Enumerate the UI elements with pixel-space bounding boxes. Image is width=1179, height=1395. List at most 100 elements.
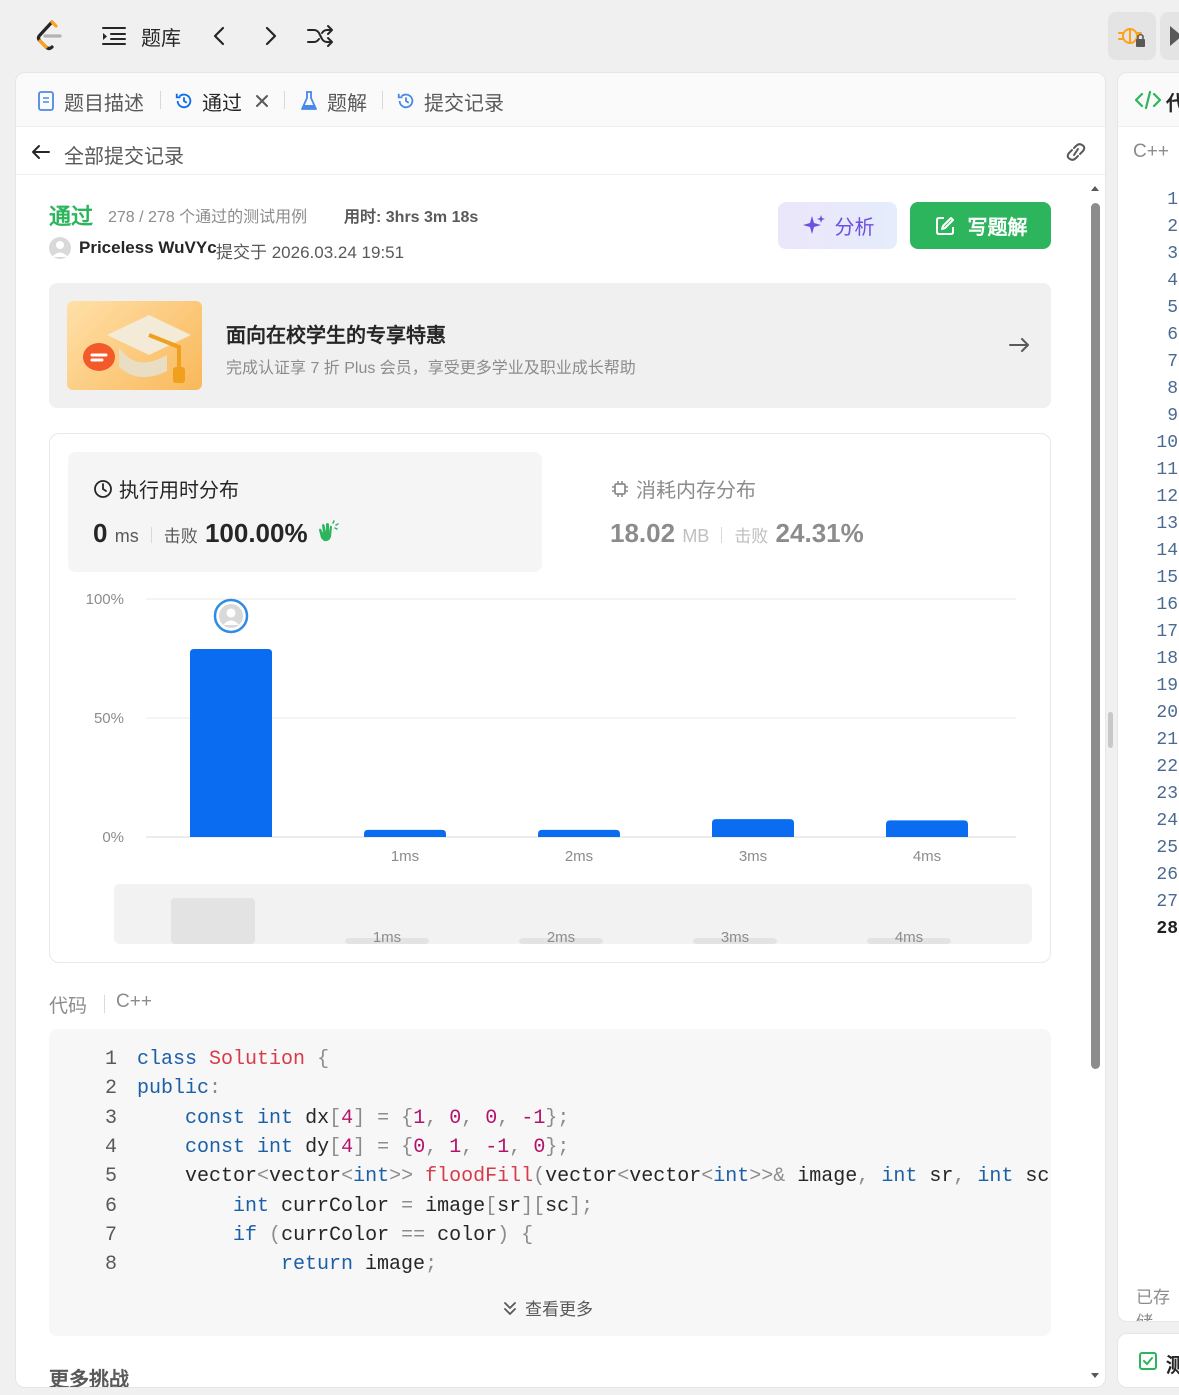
avatar[interactable]	[49, 237, 71, 259]
arrow-left-icon[interactable]	[30, 141, 52, 163]
code-line: 5 vector<vector<int>> floodFill(vector<v…	[49, 1162, 1049, 1191]
all-submissions-link[interactable]: 全部提交记录	[64, 140, 184, 169]
code-token: Solution	[209, 1048, 306, 1071]
editor-line-number: 12	[1156, 487, 1178, 507]
runtime-distribution-chart[interactable]: 0% 50% 100% 1ms 2ms 3ms 4ms	[68, 584, 1034, 874]
code-token: 0	[533, 1135, 546, 1159]
show-more-button[interactable]: 查看更多	[501, 1295, 593, 1320]
chip-icon	[612, 480, 628, 497]
history-icon	[397, 93, 414, 109]
code-token: ==	[401, 1223, 426, 1247]
editor-line-number: 15	[1156, 568, 1178, 588]
code-token: <	[341, 1165, 354, 1189]
code-token: <	[701, 1165, 714, 1189]
code-line: 2 public:	[49, 1074, 221, 1103]
memory-title: 消耗内存分布	[636, 480, 756, 502]
chart-bar[interactable]	[886, 820, 968, 837]
x-tick-label: 2ms	[565, 848, 593, 865]
editor-line-number: 3	[1167, 244, 1178, 264]
code-token: 4	[341, 1135, 354, 1159]
chart-brush-overview[interactable]: 1ms 2ms 3ms 4ms	[114, 884, 1032, 946]
student-promo-banner[interactable]: 面向在校学生的专享特惠 完成认证享 7 折 Plus 会员，享受更多学业及职业成…	[49, 283, 1051, 408]
code-token: sr	[917, 1165, 954, 1189]
code-token: [	[329, 1135, 342, 1159]
line-number: 7	[104, 1223, 117, 1247]
code-token: )	[497, 1223, 510, 1247]
shuffle-icon[interactable]	[305, 22, 335, 50]
memory-stat-card[interactable]: 消耗内存分布 18.02 MB 击败 24.31%	[585, 452, 1025, 572]
link-icon[interactable]	[1063, 140, 1089, 164]
runtime-stat-card[interactable]: 执行用时分布 0 ms 击败 100.00%	[68, 452, 542, 572]
flask-icon	[301, 91, 317, 110]
chart-bar[interactable]	[538, 829, 620, 837]
memory-unit: MB	[682, 526, 710, 546]
editor-line-number: 10	[1156, 433, 1178, 453]
username[interactable]: Priceless WuVYc	[79, 238, 217, 258]
code-token: sc	[545, 1194, 570, 1218]
tab-solutions[interactable]: 题解	[299, 87, 367, 115]
problem-bank-title[interactable]: 题库	[141, 22, 181, 51]
brush-label: 2ms	[547, 929, 575, 944]
scroll-up-icon[interactable]	[1088, 181, 1102, 195]
code-token: ,	[425, 1135, 438, 1159]
leetcode-logo[interactable]	[30, 18, 66, 54]
editor-line-number: 21	[1156, 730, 1178, 750]
code-token: image	[353, 1253, 426, 1277]
chevron-left-icon[interactable]	[208, 22, 232, 50]
chevron-right-icon[interactable]	[258, 22, 282, 50]
code-token: dy	[293, 1135, 330, 1159]
scroll-down-icon[interactable]	[1088, 1369, 1102, 1383]
tab-divider	[382, 91, 383, 109]
code-line: 3 const int dx[4] = {1, 0, 0, -1};	[49, 1104, 569, 1133]
code-token: -1	[485, 1135, 510, 1159]
code-token: int	[233, 1194, 270, 1218]
debug-button[interactable]	[1108, 12, 1156, 60]
y-tick-label: 50%	[94, 710, 124, 727]
tab-accepted[interactable]: 通过	[174, 87, 272, 115]
tab-description[interactable]: 题目描述	[36, 87, 144, 115]
problem-list-icon[interactable]	[101, 24, 127, 48]
write-solution-button[interactable]: 写题解	[910, 202, 1051, 249]
editor-line-number: 22	[1156, 757, 1178, 777]
code-line: 8 return image;	[49, 1250, 437, 1279]
code-icon	[1134, 90, 1162, 110]
clock-icon	[94, 479, 112, 498]
code-token: 0	[449, 1106, 462, 1130]
code-token: public	[137, 1077, 210, 1101]
language-select[interactable]: C++	[1133, 141, 1169, 163]
panel-resize-handle[interactable]	[1108, 712, 1113, 748]
scrollbar[interactable]	[1088, 181, 1102, 1381]
editor-line-number: 17	[1156, 622, 1178, 642]
code-token: -1	[521, 1106, 546, 1130]
code-token: [	[485, 1194, 498, 1218]
chart-bar[interactable]	[364, 829, 446, 837]
close-icon[interactable]	[252, 90, 272, 112]
run-button[interactable]	[1160, 12, 1179, 60]
chart-bar[interactable]	[190, 648, 272, 837]
editor-line-number: 13	[1156, 514, 1178, 534]
code-viewer[interactable]: 查看更多 1 class Solution {2 public: 3 const in…	[49, 1029, 1051, 1336]
runtime-value-row: 0 ms 击败 100.00%	[93, 518, 339, 549]
chart-brush[interactable]: 1ms 2ms 3ms 4ms	[114, 884, 1032, 946]
arrow-right-icon[interactable]	[1007, 333, 1031, 357]
runtime-unit: ms	[114, 526, 139, 546]
editor-line-number: 8	[1167, 379, 1178, 399]
tab-submissions[interactable]: 提交记录	[396, 87, 504, 115]
code-token: int	[257, 1135, 294, 1159]
code-token: vector	[629, 1165, 702, 1189]
analyze-button[interactable]: 分析	[778, 202, 897, 249]
chart-bar[interactable]	[712, 819, 794, 837]
code-token: 0	[485, 1106, 498, 1130]
editor-line-number: 18	[1156, 649, 1178, 669]
code-token: int	[713, 1165, 750, 1189]
scrollbar-thumb[interactable]	[1091, 203, 1100, 1069]
code-token: ,	[461, 1135, 474, 1159]
testcase-tab[interactable]: 测	[1166, 1349, 1179, 1378]
